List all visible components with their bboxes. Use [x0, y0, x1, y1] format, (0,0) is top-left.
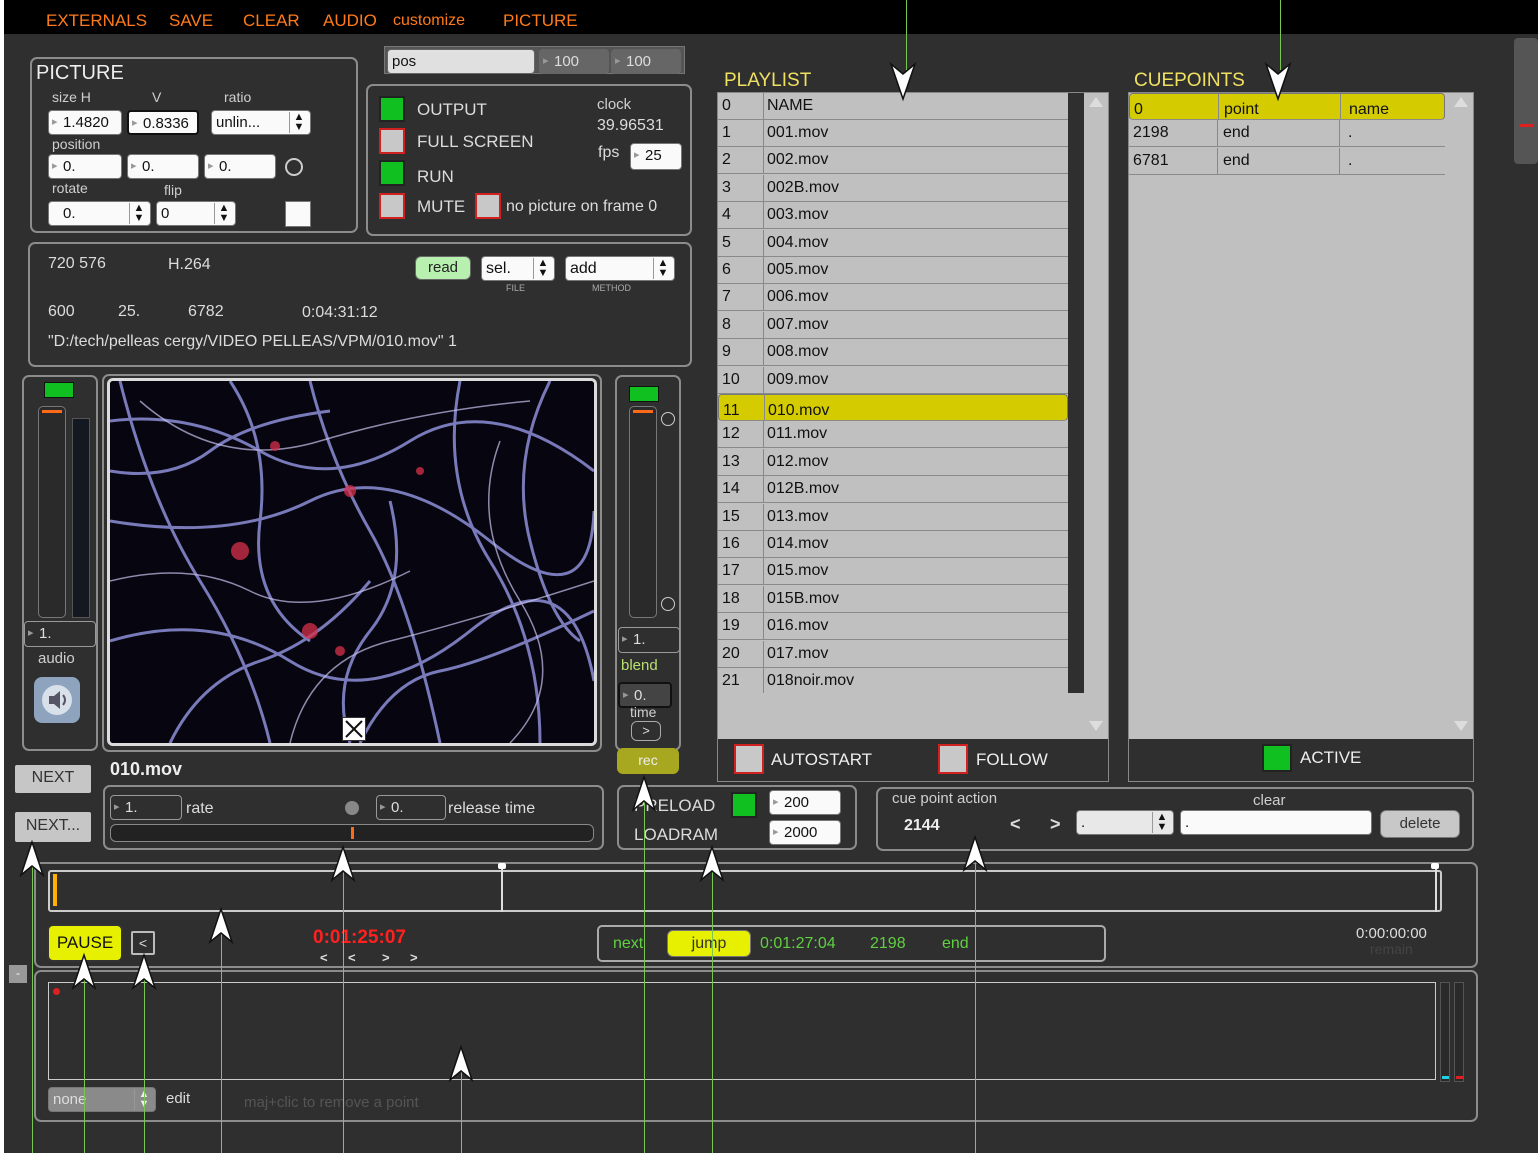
arrow-up-rate-icon [330, 844, 356, 883]
arrow-down-playlist-icon [889, 61, 917, 102]
arrow-up-cue-action-icon [962, 834, 988, 873]
arrow-up-back-icon [131, 952, 157, 991]
arrow-up-pause-icon [71, 952, 97, 991]
arrow-up-timeline-icon [208, 906, 234, 945]
arrow-down-cuepoints-icon [1264, 61, 1292, 102]
arrow-up-next-icon [19, 839, 45, 878]
arrow-up-automation-icon [448, 1044, 474, 1083]
arrow-up-preload-icon [699, 844, 725, 883]
annotation-arrows [19, 61, 1292, 1083]
arrow-up-rec-icon [631, 774, 657, 813]
app-window: EXTERNALS SAVE CLEAR AUDIO customize PIC… [4, 0, 1538, 1153]
